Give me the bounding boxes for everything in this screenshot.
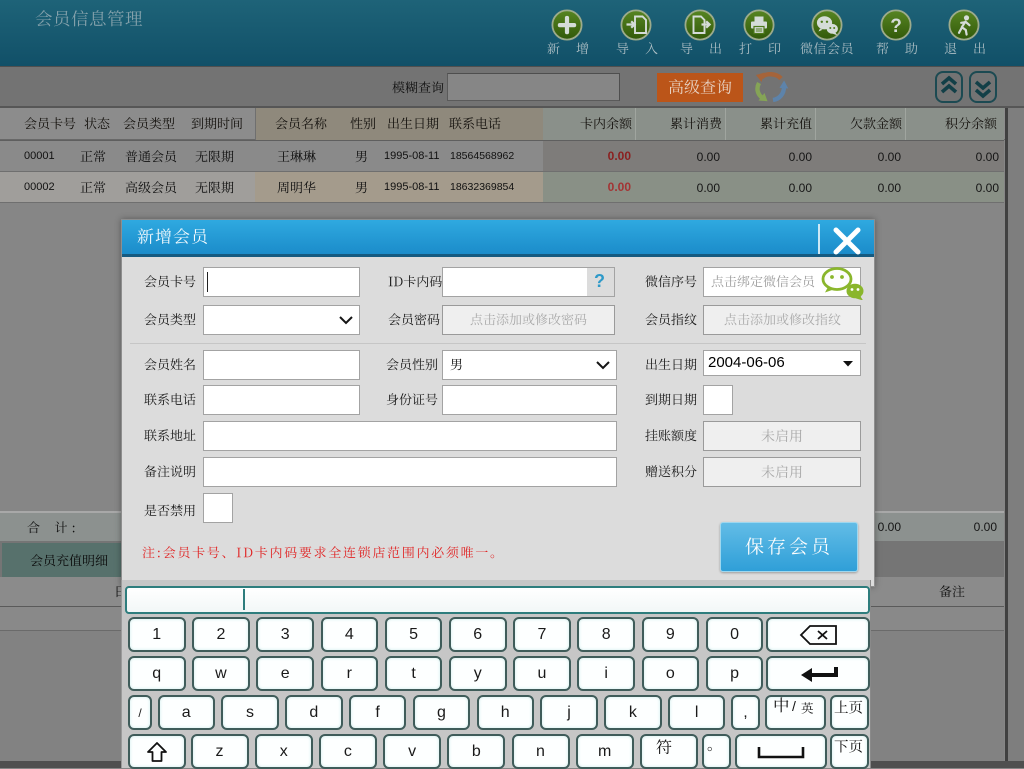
svg-text:?: ?	[890, 16, 902, 37]
